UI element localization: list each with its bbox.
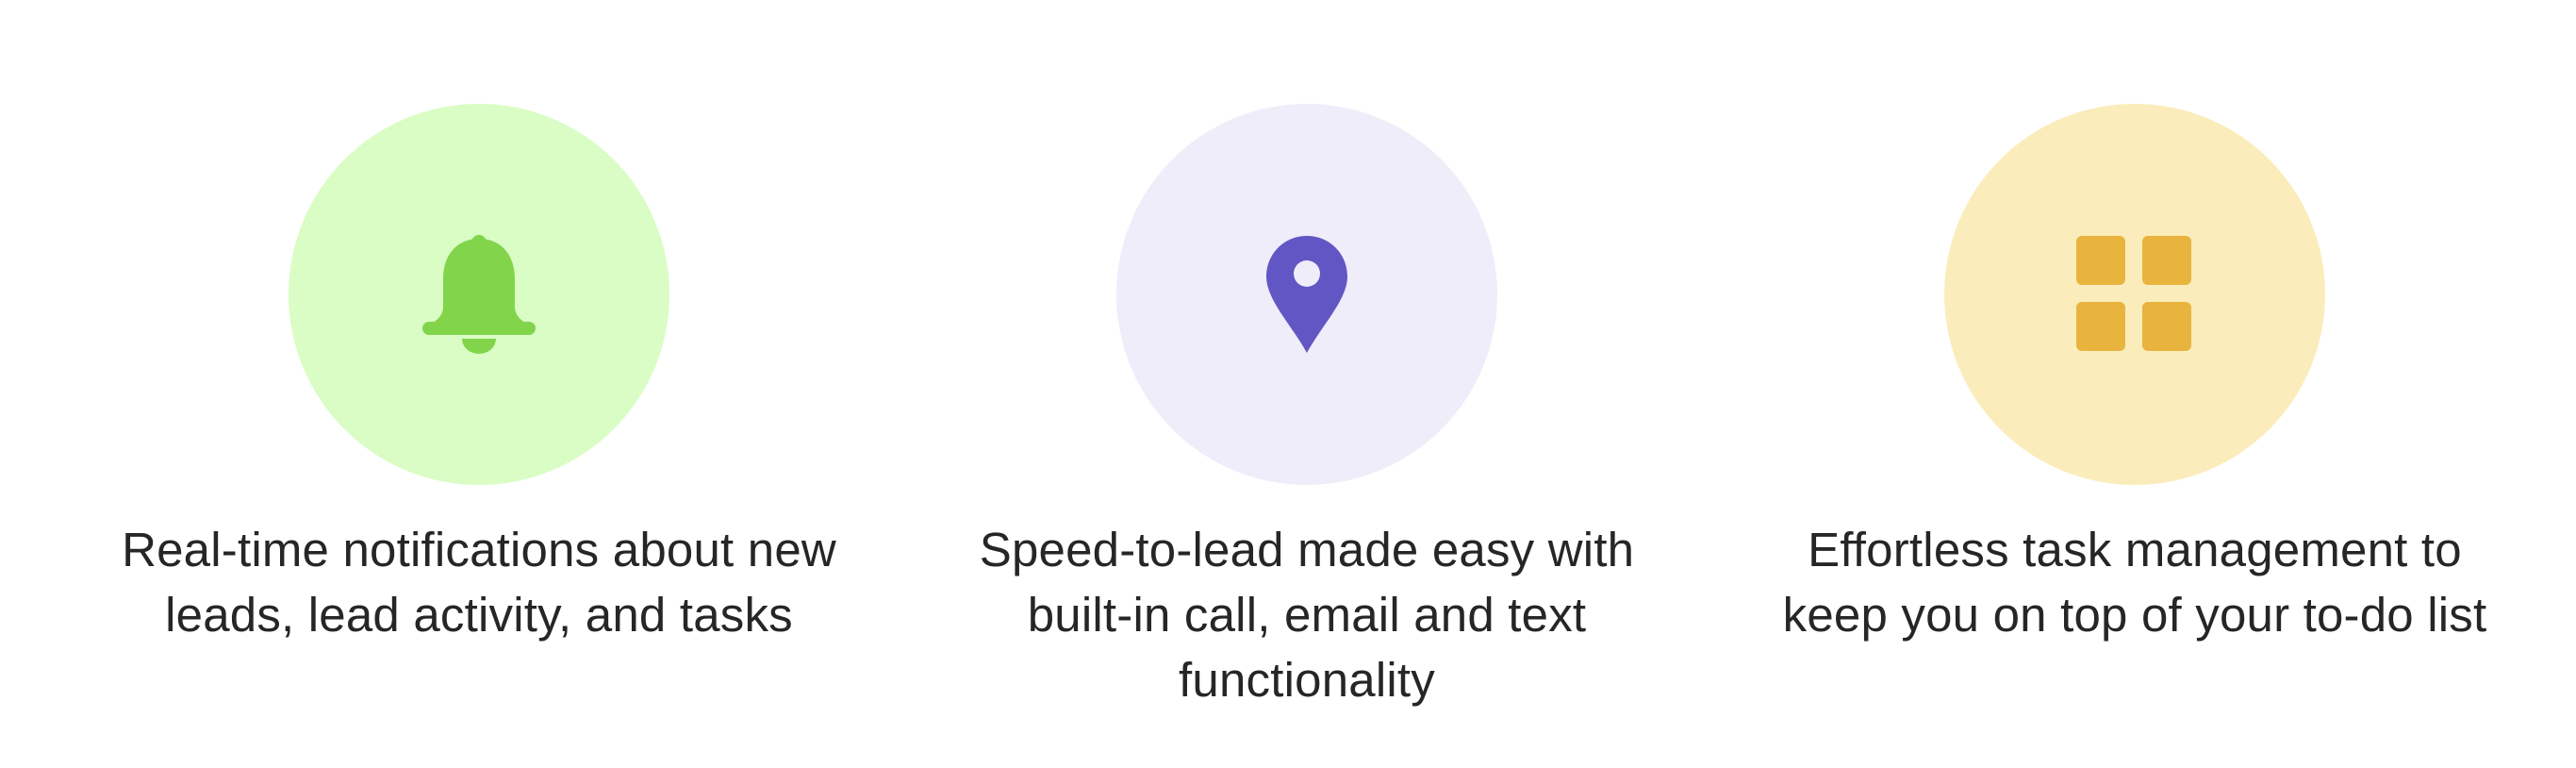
- feature-list: Real-time notifications about new leads,…: [0, 0, 2576, 768]
- feature-icon-circle: [289, 104, 669, 485]
- grid-icon: [2076, 236, 2191, 351]
- feature-caption-line: functionality: [1179, 653, 1435, 707]
- feature-task-management: Effortless task management to keep you o…: [1710, 0, 2559, 768]
- feature-notifications: Real-time notifications about new leads,…: [55, 0, 903, 768]
- bell-icon: [422, 235, 536, 354]
- feature-caption-line: Speed-to-lead made easy with: [979, 523, 1635, 576]
- feature-icon-circle: [1944, 104, 2325, 485]
- feature-caption-line: built-in call, email and text: [1027, 588, 1587, 642]
- map-pin-icon: [1266, 236, 1347, 353]
- feature-speed-to-lead: Speed-to-lead made easy with built-in ca…: [883, 0, 1731, 768]
- feature-caption-line: leads, lead activity, and tasks: [165, 588, 793, 642]
- feature-caption-line: Real-time notifications about new: [122, 523, 836, 576]
- feature-caption: Effortless task management to keep you o…: [1710, 517, 2559, 647]
- feature-caption: Real-time notifications about new leads,…: [55, 517, 903, 647]
- feature-icon-circle: [1116, 104, 1497, 485]
- feature-caption: Speed-to-lead made easy with built-in ca…: [883, 517, 1731, 712]
- feature-caption-line: keep you on top of your to-do list: [1782, 588, 2487, 642]
- feature-caption-line: Effortless task management to: [1808, 523, 2462, 576]
